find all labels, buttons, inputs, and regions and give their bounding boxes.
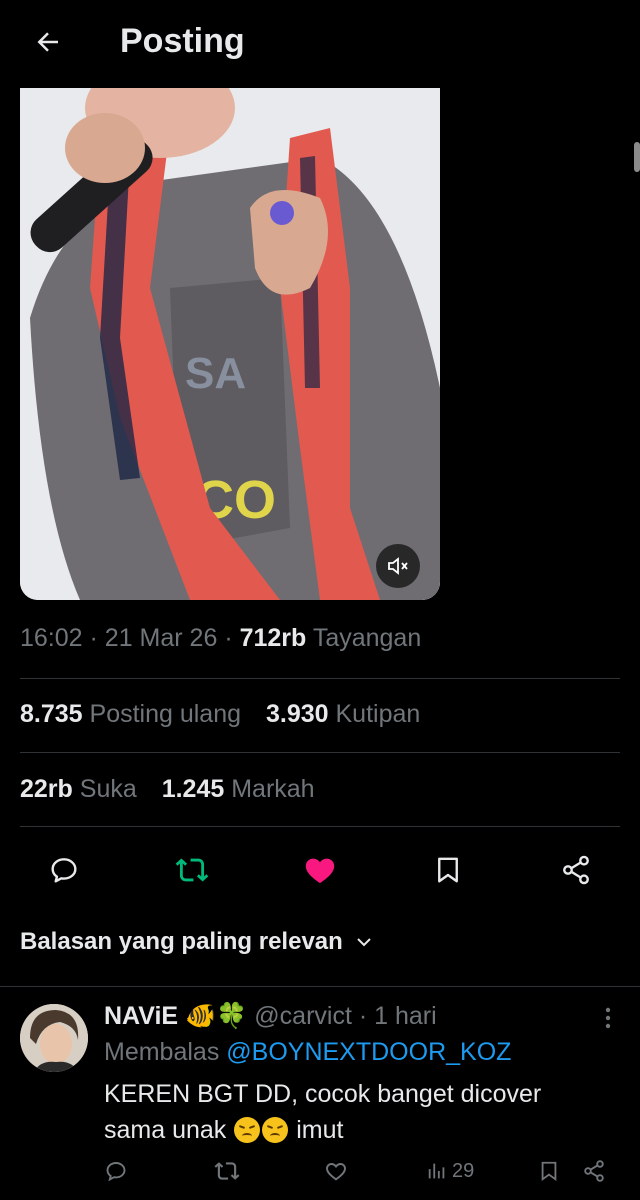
reposts-count: 8.735 [20,700,83,728]
mute-button[interactable] [376,544,420,588]
bookmark-button[interactable] [426,848,470,892]
share-button[interactable] [554,848,598,892]
more-button[interactable] [596,1004,620,1032]
reply-text: KEREN BGT DD, cocok banget dicover sama … [104,1076,604,1148]
stats-row-1: 8.735 Posting ulang 3.930 Kutipan [20,700,420,729]
views-count: 712rb [239,624,307,652]
reply-sort-label: Balasan yang paling relevan [20,928,343,955]
bookmark-icon [541,1161,557,1182]
separator: · [89,624,98,652]
back-arrow-icon [37,32,58,52]
divider [20,678,620,679]
avatar-image [20,1004,88,1072]
scrollbar[interactable] [634,142,640,172]
video-frame: SA CO [20,88,440,600]
reply-icon [51,858,77,883]
divider [0,986,640,987]
more-icon [605,1007,611,1029]
repost-icon [175,858,209,882]
post-date[interactable]: 21 Mar 26 [105,624,218,652]
reply-author-name[interactable]: NAViE [104,1002,178,1030]
separator: · [224,624,233,652]
bookmarks-label: Markah [231,775,315,803]
disappointed-face-icon [262,1117,289,1143]
quotes-label: Kutipan [335,700,421,728]
reply-actions: 29 [0,1150,640,1190]
views-icon [428,1163,445,1179]
page-title: Posting [120,22,245,60]
reply-author-handle[interactable]: @carvict [254,1002,352,1030]
reply-header: NAViE 🐠🍀 @carvict · 1 hari [104,1002,437,1031]
chevron-down-icon [357,938,371,947]
post-video[interactable]: SA CO [20,88,440,600]
like-icon [326,1163,346,1181]
reply-text-part: imut [296,1116,344,1144]
separator: · [358,1002,368,1030]
share-icon [563,855,589,885]
reposts-stat[interactable]: 8.735 Posting ulang [20,700,241,728]
reply-text-line: sama unak imut [104,1112,604,1148]
reply-views-count: 29 [452,1159,475,1182]
quotes-count: 3.930 [265,700,329,728]
mute-icon [388,557,408,575]
likes-label: Suka [79,775,137,803]
back-button[interactable] [28,22,68,62]
reply-icon [106,1162,126,1182]
bookmarks-stat[interactable]: 1.245 Markah [162,775,315,803]
bookmark-icon [438,857,458,883]
svg-text:SA: SA [185,349,246,398]
post-actions [0,840,640,896]
repost-button[interactable] [170,848,214,892]
top-bar: Posting [0,0,640,88]
avatar[interactable] [20,1004,88,1072]
reply-sort-dropdown[interactable]: Balasan yang paling relevan [20,928,373,956]
replying-to: Membalas @BOYNEXTDOOR_KOZ [104,1038,511,1067]
reply-bookmark-button[interactable] [538,1156,560,1186]
reply-share-button[interactable] [582,1156,606,1186]
divider [20,826,620,827]
like-button[interactable] [298,848,342,892]
repost-icon [214,1162,240,1180]
share-icon [584,1160,604,1182]
post-meta: 16:02 · 21 Mar 26 · 712rb Tayangan [20,624,421,653]
reply-text-part: sama unak [104,1116,227,1144]
quotes-stat[interactable]: 3.930 Kutipan [266,700,420,728]
post-time: 16:02 [20,624,83,652]
likes-stat[interactable]: 22rb Suka [20,775,137,803]
mention-link[interactable]: @BOYNEXTDOOR_KOZ [226,1038,511,1066]
reply-age: 1 hari [374,1002,437,1030]
reply-repost-button[interactable] [214,1156,240,1186]
likes-count: 22rb [20,775,73,803]
reposts-label: Posting ulang [89,700,242,728]
like-icon [305,858,335,884]
disappointed-face-icon [234,1117,261,1143]
reply-button[interactable] [42,848,86,892]
bookmarks-count: 1.245 [161,775,225,803]
stats-row-2: 22rb Suka 1.245 Markah [20,775,315,804]
name-emoji: 🐠🍀 [185,1002,248,1030]
divider [20,752,620,753]
reply-reply-button[interactable] [104,1156,128,1186]
reply-text-line: KEREN BGT DD, cocok banget dicover [104,1080,542,1108]
reply-item[interactable]: NAViE 🐠🍀 @carvict · 1 hari Membalas @BOY… [0,990,640,1200]
reply-like-button[interactable] [324,1156,348,1186]
replying-prefix: Membalas [104,1038,220,1066]
reply-views-button[interactable]: 29 [426,1156,474,1186]
views-label: Tayangan [312,624,422,652]
